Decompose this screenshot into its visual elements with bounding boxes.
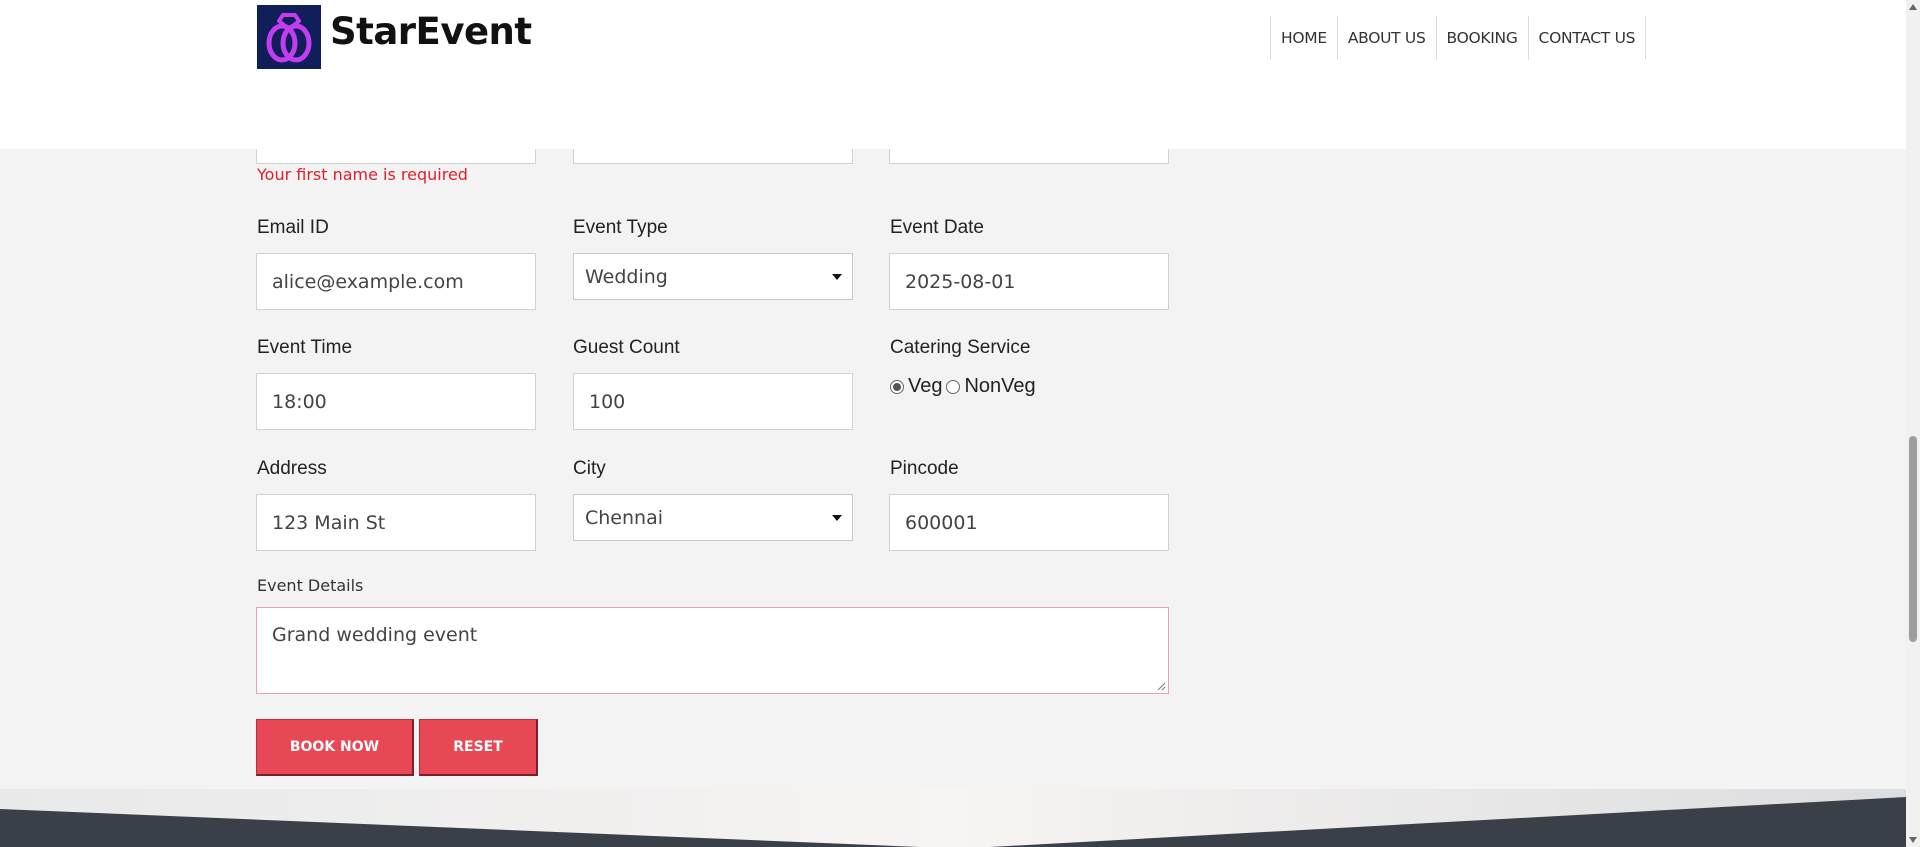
event-date-field[interactable]: 2025-08-01 xyxy=(889,253,1169,310)
rings-logo-icon[interactable] xyxy=(257,5,321,69)
event-type-label: Event Type xyxy=(573,217,668,238)
event-details-value: Grand wedding event xyxy=(272,624,478,646)
scroll-up-icon[interactable] xyxy=(1909,4,1917,10)
site-header: StarEvent HOME ABOUT US BOOKING CONTACT … xyxy=(0,0,1906,149)
resize-grip-icon[interactable] xyxy=(1156,681,1166,691)
reset-button[interactable]: RESET xyxy=(419,719,538,776)
main-nav: HOME ABOUT US BOOKING CONTACT US xyxy=(1270,16,1647,60)
nonveg-radio[interactable] xyxy=(946,379,961,394)
nonveg-radio-label[interactable]: NonVeg xyxy=(964,375,1035,398)
nav-booking[interactable]: BOOKING xyxy=(1437,16,1529,60)
veg-radio-label[interactable]: Veg xyxy=(908,375,942,398)
book-now-button[interactable]: BOOK NOW xyxy=(256,719,414,776)
email-field[interactable]: alice@example.com xyxy=(256,253,536,310)
event-time-label: Event Time xyxy=(257,337,353,358)
chevron-down-icon xyxy=(832,273,842,280)
pincode-field[interactable]: 600001 xyxy=(889,494,1169,551)
catering-label: Catering Service xyxy=(890,337,1031,358)
nav-home[interactable]: HOME xyxy=(1271,16,1338,60)
first-name-error: Your first name is required xyxy=(257,165,468,184)
catering-radio-group: Veg NonVeg xyxy=(890,375,1040,398)
city-select[interactable]: Chennai xyxy=(573,494,853,541)
event-details-textarea[interactable]: Grand wedding event xyxy=(256,607,1169,694)
city-value: Chennai xyxy=(585,506,664,529)
address-label: Address xyxy=(257,458,327,479)
chevron-down-icon xyxy=(832,514,842,521)
vertical-scrollbar[interactable] xyxy=(1906,0,1920,847)
guest-count-field[interactable]: 100 xyxy=(573,373,853,430)
scroll-thumb[interactable] xyxy=(1909,436,1917,642)
email-label: Email ID xyxy=(257,217,329,238)
event-details-label: Event Details xyxy=(257,576,364,595)
nav-contact-us[interactable]: CONTACT US xyxy=(1529,16,1647,60)
event-type-select[interactable]: Wedding xyxy=(573,253,853,300)
footer-banner-image xyxy=(0,789,1906,847)
brand-name[interactable]: StarEvent xyxy=(330,10,532,53)
address-field[interactable]: 123 Main St xyxy=(256,494,536,551)
event-date-label: Event Date xyxy=(890,217,984,238)
event-type-value: Wedding xyxy=(585,265,668,288)
pincode-label: Pincode xyxy=(890,458,959,479)
scroll-down-icon[interactable] xyxy=(1909,837,1917,843)
event-time-field[interactable]: 18:00 xyxy=(256,373,536,430)
city-label: City xyxy=(573,458,606,479)
guest-count-label: Guest Count xyxy=(573,337,680,358)
veg-radio[interactable] xyxy=(890,379,904,394)
nav-about-us[interactable]: ABOUT US xyxy=(1338,16,1437,60)
